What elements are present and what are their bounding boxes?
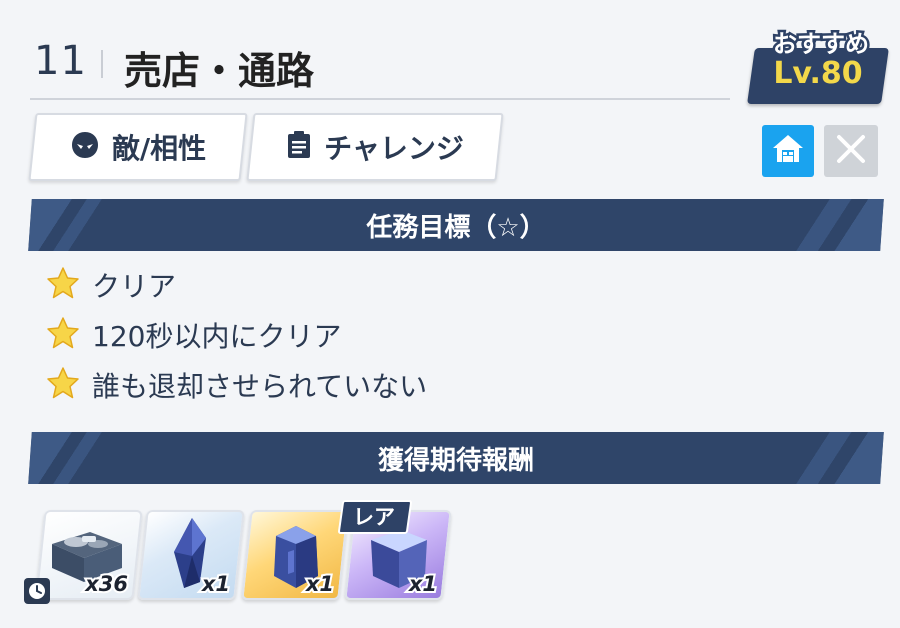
rewards-title: 獲得期待報酬 <box>377 445 534 476</box>
tab-enemy-affinity-label: 敵/相性 <box>111 132 207 165</box>
objectives-title: 任務目標（☆） <box>366 212 546 243</box>
objective-text: 誰も退却させられていない <box>92 370 428 403</box>
reward-item[interactable]: x36 <box>35 510 143 600</box>
rare-badge-label: レア <box>353 505 395 529</box>
objective-item: 誰も退却させられていない <box>46 365 427 405</box>
objective-text: 120秒以内にクリア <box>92 320 342 353</box>
star-icon <box>46 316 80 354</box>
recommend-label: おすすめ <box>771 28 872 61</box>
tab-challenge[interactable]: チャレンジ <box>246 113 504 181</box>
tab-enemy-affinity[interactable]: 敵/相性 <box>28 113 248 181</box>
recommend-level: Lv.80 <box>773 56 863 91</box>
tab-challenge-label: チャレンジ <box>324 132 464 165</box>
clipboard-icon <box>286 130 312 164</box>
home-icon <box>770 131 806 171</box>
reward-quantity: x1 <box>304 570 336 598</box>
reward-quantity: x1 <box>200 570 232 598</box>
reward-quantity: x1 <box>407 570 439 598</box>
close-button[interactable] <box>824 125 878 177</box>
home-button[interactable] <box>762 125 814 177</box>
objective-text: クリア <box>92 270 177 303</box>
enemy-face-icon <box>70 130 100 164</box>
clock-icon <box>24 578 50 604</box>
close-icon <box>834 132 868 170</box>
objectives-banner: 任務目標（☆） <box>28 199 884 251</box>
objective-item: クリア <box>46 265 176 305</box>
reward-item[interactable]: x1 <box>241 510 349 600</box>
stage-number: 11 <box>34 38 87 84</box>
rewards-banner: 獲得期待報酬 <box>28 432 884 484</box>
reward-quantity: x36 <box>83 570 130 598</box>
star-icon <box>46 366 80 404</box>
objective-item: 120秒以内にクリア <box>46 315 341 355</box>
stage-title: 売店・通路 <box>124 49 315 93</box>
star-icon <box>46 266 80 304</box>
reward-item[interactable]: x1 <box>137 510 245 600</box>
title-divider <box>101 50 103 78</box>
title-underline <box>30 98 730 100</box>
